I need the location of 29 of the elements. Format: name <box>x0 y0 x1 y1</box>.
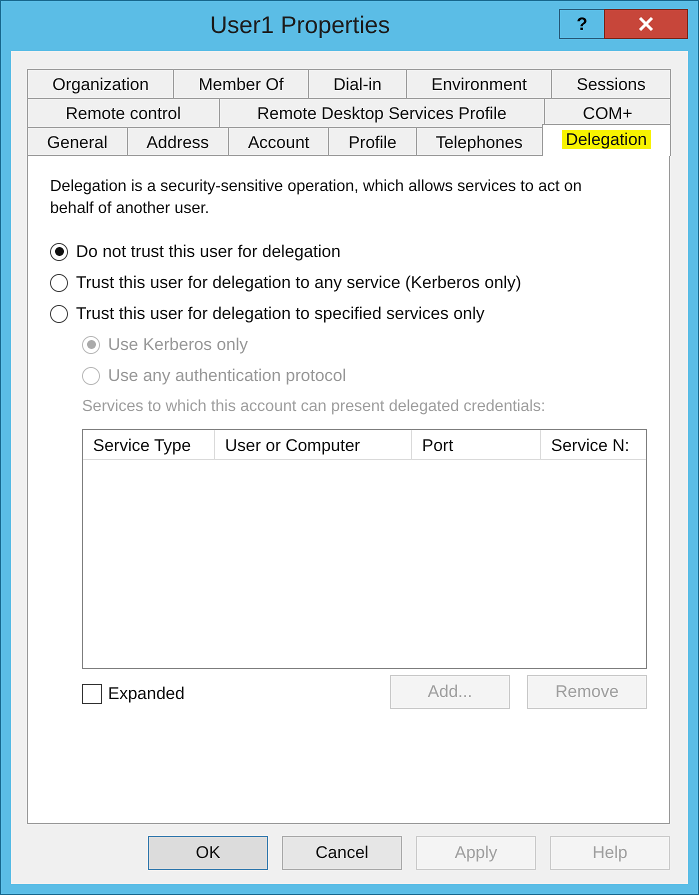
column-header[interactable]: Service N: <box>541 430 646 460</box>
radio-button[interactable] <box>50 304 68 322</box>
description-text: Delegation is a security-sensitive operation, which allows services to act on behalf of another user. <box>50 177 583 219</box>
button[interactable]: OK <box>148 836 268 870</box>
close-button[interactable] <box>604 9 688 39</box>
option-label: Trust this user for delegation to specified services only <box>76 302 485 325</box>
tab[interactable]: General <box>27 127 128 156</box>
option-label: Do not trust this user for delegation <box>76 240 341 263</box>
option-label: Use any authentication protocol <box>108 364 346 387</box>
checkbox-label: Expanded <box>108 683 185 705</box>
tab[interactable]: COM+ <box>544 98 672 127</box>
tab[interactable]: Remote control <box>27 98 220 127</box>
column-header[interactable]: Port <box>412 430 541 460</box>
help-button[interactable]: ? <box>559 9 605 39</box>
button[interactable]: Cancel <box>282 836 402 870</box>
radio-button[interactable] <box>50 242 68 260</box>
column-header[interactable]: Service Type <box>83 430 215 460</box>
expanded-checkbox[interactable] <box>82 684 102 704</box>
tab[interactable]: Sessions <box>551 69 672 98</box>
option-label: Trust this user for delegation to any service (Kerberos only) <box>76 272 522 294</box>
services-list[interactable]: Service Type User or Computer Port Service N: <box>82 429 647 669</box>
tab[interactable]: Organization <box>27 69 174 98</box>
column-header[interactable]: User or Computer <box>215 430 412 460</box>
window-title: User1 Properties <box>208 11 392 41</box>
radio-button[interactable] <box>50 274 68 292</box>
services-label: Services to which this account can present delegated credentials: <box>82 397 546 417</box>
option-label: Use Kerberos only <box>108 334 248 356</box>
close-icon <box>638 16 654 32</box>
tab[interactable]: Delegation <box>542 124 672 156</box>
